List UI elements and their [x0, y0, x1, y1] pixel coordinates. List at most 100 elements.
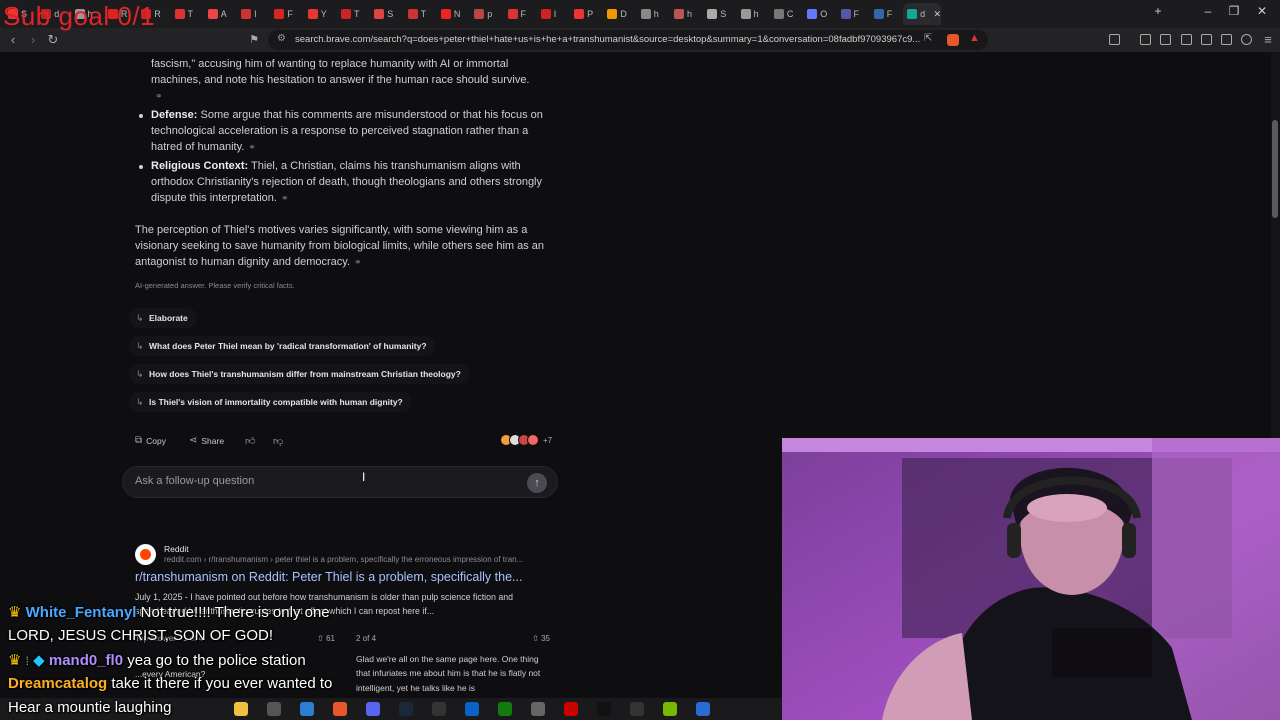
edge-icon[interactable]: [300, 702, 314, 716]
share-label: Share: [201, 435, 225, 446]
extensions-icon[interactable]: [1221, 34, 1232, 45]
browser-tab[interactable]: F: [870, 3, 900, 25]
tab-title: h: [687, 9, 693, 19]
close-window-button[interactable]: ✕: [1252, 4, 1272, 18]
citation-link-icon[interactable]: ⚭: [248, 142, 256, 152]
tab-favicon-icon: [207, 9, 218, 19]
discord-icon[interactable]: [366, 702, 380, 716]
answer-paragraph-continued: fascism," accusing him of wanting to rep…: [151, 56, 556, 104]
browser-tab[interactable]: F: [504, 3, 534, 25]
browser-tab[interactable]: F: [270, 3, 300, 25]
suggestion-label: Is Thiel's vision of immortality compati…: [149, 397, 403, 407]
app-icon[interactable]: [696, 702, 710, 716]
card-header: 2 of 4: [356, 634, 377, 643]
browser-tab[interactable]: S: [703, 3, 733, 25]
citation-link-icon[interactable]: ⚭: [354, 257, 362, 267]
browser-tab[interactable]: A: [204, 3, 234, 25]
browser-tab[interactable]: N: [437, 3, 467, 25]
suggestion-radical-transformation[interactable]: ↳ What does Peter Thiel mean by 'radical …: [129, 336, 436, 356]
taskmgr-icon[interactable]: [267, 702, 281, 716]
ai-disclaimer: AI-generated answer. Please verify criti…: [135, 281, 295, 290]
tab-favicon-icon: [341, 9, 351, 19]
suggestion-elaborate[interactable]: ↳ Elaborate: [129, 308, 197, 328]
reddit-logo-icon: [135, 544, 156, 565]
browser-tab[interactable]: O: [803, 3, 833, 25]
share-url-icon[interactable]: ⇱: [924, 33, 932, 44]
browser-tab[interactable]: T: [171, 3, 201, 25]
browser-tab[interactable]: D: [603, 3, 633, 25]
browser-tab[interactable]: h: [637, 3, 667, 25]
result-site-name: Reddit: [164, 544, 189, 554]
brave-shields-icon[interactable]: [947, 34, 959, 46]
browser-tab[interactable]: d ✕: [903, 3, 942, 25]
chat-text: Hear a mountie laughing: [8, 699, 172, 716]
browser-tab[interactable]: T: [404, 3, 434, 25]
site-info-icon[interactable]: ⚙: [277, 33, 286, 44]
menu-icon[interactable]: ≡: [1260, 32, 1276, 48]
close-tab-icon[interactable]: ✕: [934, 9, 942, 20]
back-arrow-icon[interactable]: ‹: [5, 32, 21, 48]
browser-tab[interactable]: I: [537, 3, 567, 25]
suggestion-christian-theology[interactable]: ↳ How does Thiel's transhumanism differ f…: [129, 364, 470, 384]
tab-title: N: [453, 9, 461, 19]
browser-tab[interactable]: P: [570, 3, 600, 25]
new-tab-button[interactable]: +: [1148, 4, 1168, 18]
chat-text: LORD, JESUS CHRIST, SON OF GOD!: [8, 627, 274, 644]
suggestion-immortality[interactable]: ↳ Is Thiel's vision of immortality compat…: [129, 392, 412, 412]
sidebar-icon[interactable]: [1109, 34, 1120, 45]
outlook-icon[interactable]: [465, 702, 479, 716]
discussion-card[interactable]: 2 of 4 ⇧ 35 Glad we're all on the same pa…: [356, 632, 550, 698]
address-bar[interactable]: ⚙ search.brave.com/search?q=does+peter+t…: [268, 30, 988, 50]
answer-summary: The perception of Thiel's motives varies…: [135, 222, 555, 270]
reload-icon[interactable]: ↻: [45, 32, 61, 48]
result-breadcrumb[interactable]: reddit.com › r/transhumanism › peter thi…: [164, 555, 523, 564]
send-arrow-icon[interactable]: ↑: [527, 473, 547, 493]
tab-title: I: [254, 9, 257, 19]
settings-icon[interactable]: [531, 702, 545, 716]
browser-tab[interactable]: C: [770, 3, 800, 25]
steam-icon[interactable]: [399, 702, 413, 716]
minimize-button[interactable]: –: [1198, 4, 1218, 18]
tiktok-icon[interactable]: [597, 702, 611, 716]
thumbs-down-button[interactable]: 👎︎: [273, 435, 283, 447]
citation-link-icon[interactable]: ⚭: [155, 91, 163, 101]
wallet-icon[interactable]: [1201, 34, 1212, 45]
source-avatar: [527, 434, 539, 446]
browser-tab[interactable]: I: [237, 3, 267, 25]
scrollbar-thumb[interactable]: [1272, 120, 1278, 218]
browser-tab[interactable]: p: [470, 3, 500, 25]
browser-tab[interactable]: Y: [304, 3, 334, 25]
url-text[interactable]: search.brave.com/search?q=does+peter+thi…: [295, 34, 920, 45]
browser-tab[interactable]: h: [670, 3, 700, 25]
copy-button[interactable]: ⧉ Copy: [135, 435, 166, 446]
bookmark-icon[interactable]: ⚑: [246, 32, 262, 48]
bullet-dot: [139, 165, 143, 169]
nvidia-icon[interactable]: [663, 702, 677, 716]
forward-arrow-icon[interactable]: ›: [25, 32, 41, 48]
reader-icon[interactable]: [1181, 34, 1192, 45]
maximize-button[interactable]: ❐: [1224, 4, 1244, 18]
browser-tab[interactable]: h: [737, 3, 767, 25]
thumbs-up-button[interactable]: 👍︎: [245, 435, 255, 447]
follow-up-input[interactable]: [135, 475, 515, 487]
result-title-link[interactable]: r/transhumanism on Reddit: Peter Thiel i…: [135, 570, 522, 584]
brave-rewards-icon[interactable]: ▲: [969, 32, 980, 44]
follow-up-box[interactable]: ↑: [122, 466, 558, 498]
browser-tab[interactable]: F: [837, 3, 867, 25]
text-cursor-icon: I: [362, 470, 366, 484]
sources-button[interactable]: +7: [500, 434, 552, 446]
share-button[interactable]: ⋖ Share: [189, 435, 224, 446]
obs-icon[interactable]: [432, 702, 446, 716]
davinci-icon[interactable]: [630, 702, 644, 716]
music-icon[interactable]: [1160, 34, 1171, 45]
brave-icon[interactable]: [333, 702, 347, 716]
youtube-music-icon[interactable]: [564, 702, 578, 716]
file-explorer-icon[interactable]: [234, 702, 248, 716]
citation-link-icon[interactable]: ⚭: [281, 193, 289, 203]
xbox-icon[interactable]: [498, 702, 512, 716]
browser-tab[interactable]: T: [337, 3, 367, 25]
browser-tab[interactable]: S: [370, 3, 400, 25]
tab-favicon-icon: [440, 9, 451, 19]
downloads-icon[interactable]: [1140, 34, 1151, 45]
vpn-icon[interactable]: [1241, 34, 1252, 45]
